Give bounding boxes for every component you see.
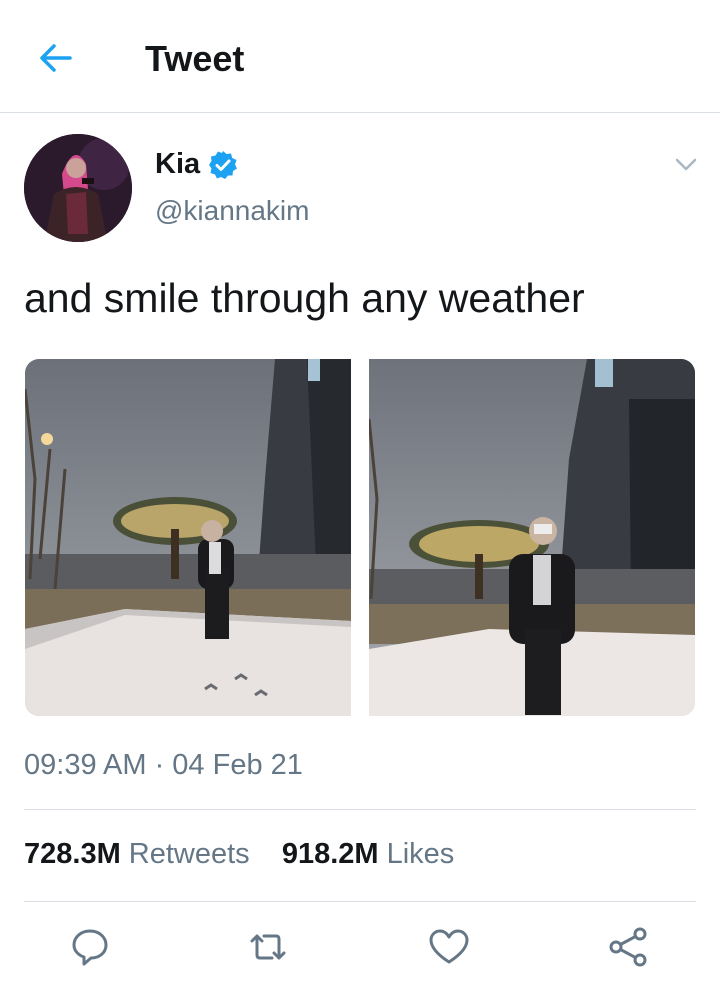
- arrow-left-icon: [40, 44, 72, 72]
- retweets-count: 728.3M: [24, 838, 121, 870]
- back-button[interactable]: [36, 38, 76, 78]
- reply-icon: [72, 929, 108, 966]
- author-name[interactable]: Kia: [155, 148, 200, 181]
- more-options-button[interactable]: [672, 150, 700, 178]
- verified-badge-icon: [209, 151, 237, 179]
- chevron-down-icon: [675, 158, 697, 171]
- author-handle[interactable]: @kiannakim: [155, 195, 309, 227]
- retweet-button[interactable]: [246, 925, 290, 969]
- like-button[interactable]: [427, 925, 471, 969]
- heart-icon: [429, 929, 469, 964]
- tweet-timestamp[interactable]: 09:39 AM · 04 Feb 21: [24, 749, 303, 782]
- likes-count: 918.2M: [281, 838, 379, 870]
- engagement-stats: 728.3M Retweets 918.2M Likes: [24, 838, 454, 871]
- tweet-photo-1[interactable]: [25, 359, 351, 716]
- retweets-stat[interactable]: 728.3M Retweets: [24, 838, 258, 870]
- divider: [24, 809, 696, 810]
- tweet-photo-2[interactable]: [369, 359, 695, 716]
- page-title: Tweet: [145, 38, 245, 79]
- retweets-label: Retweets: [128, 838, 250, 870]
- likes-label: Likes: [386, 838, 455, 870]
- retweet-icon: [250, 934, 286, 960]
- divider: [24, 901, 696, 902]
- likes-stat[interactable]: 918.2M Likes: [282, 838, 455, 870]
- top-bar: Tweet: [0, 0, 720, 113]
- avatar[interactable]: [24, 134, 132, 242]
- share-button[interactable]: [606, 925, 650, 969]
- tweet-text: and smile through any weather: [24, 275, 585, 321]
- share-icon: [609, 927, 647, 967]
- reply-button[interactable]: [68, 925, 112, 969]
